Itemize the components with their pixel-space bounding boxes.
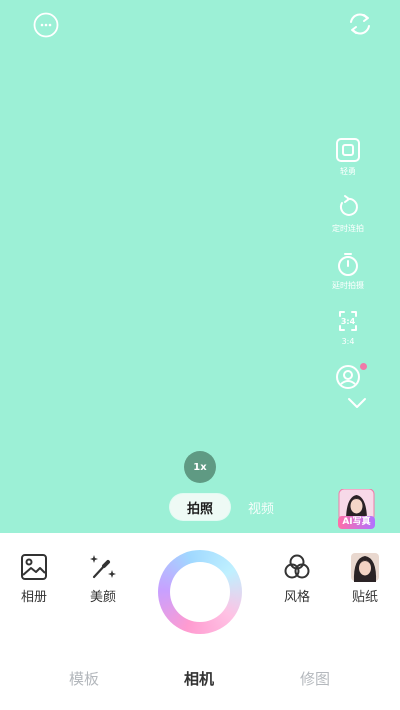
tab-retouch[interactable]: 修图 <box>300 668 330 689</box>
aspect-ratio-icon-text: 3:4 <box>341 317 356 326</box>
sticker-button[interactable]: 贴纸 <box>340 552 390 605</box>
tab-camera[interactable]: 相机 <box>184 668 214 689</box>
continuous-shot-label: 定时连拍 <box>332 224 364 233</box>
tab-template[interactable]: 模板 <box>69 668 99 689</box>
square-frame-icon <box>335 137 361 163</box>
album-button[interactable]: 相册 <box>9 552 59 605</box>
expand-tools-button[interactable] <box>343 389 371 417</box>
stopwatch-icon <box>335 251 361 277</box>
album-label: 相册 <box>20 590 47 605</box>
mode-photo-button[interactable]: 拍照 <box>170 494 230 520</box>
sticker-avatar <box>350 552 380 582</box>
zoom-button[interactable]: 1x <box>184 451 216 483</box>
notification-dot <box>360 363 367 370</box>
style-button[interactable]: 风格 <box>272 552 322 605</box>
timer-tool[interactable]: 延时拍摄 <box>324 251 372 291</box>
timer-label: 延时拍摄 <box>332 281 364 290</box>
ai-portrait-button[interactable]: AI写真 <box>338 489 375 529</box>
timer-loop-icon <box>335 194 361 220</box>
beauty-button[interactable]: 美颜 <box>78 552 128 605</box>
mode-video-button[interactable]: 视频 <box>248 498 274 517</box>
aspect-ratio-icon: 3:4 <box>335 308 361 334</box>
live-photo-button[interactable] <box>32 11 60 39</box>
switch-camera-button[interactable] <box>346 10 374 38</box>
portrait-tool[interactable] <box>324 363 372 390</box>
style-label: 风格 <box>283 590 310 605</box>
exposure-label: 轻勇 <box>340 167 356 176</box>
aspect-ratio-tool[interactable]: 3:4 3:4 <box>324 308 372 346</box>
portrait-icon <box>335 363 367 390</box>
magic-wand-icon <box>88 552 118 582</box>
chevron-down-icon <box>348 398 366 408</box>
camera-viewfinder[interactable]: 轻勇 定时连拍 延时拍摄 3:4 3:4 1x 拍照 视频 AI写真 <box>0 0 400 533</box>
exposure-tool[interactable]: 轻勇 <box>324 137 372 177</box>
filter-circles-icon <box>282 552 312 582</box>
ai-portrait-label: AI写真 <box>338 516 375 529</box>
sticker-label: 贴纸 <box>351 590 378 605</box>
switch-camera-icon <box>350 13 370 35</box>
shutter-inner <box>170 562 230 622</box>
shutter-button[interactable] <box>158 550 242 634</box>
continuous-shot-tool[interactable]: 定时连拍 <box>324 194 372 234</box>
live-photo-icon <box>33 12 59 38</box>
beauty-label: 美颜 <box>89 590 116 605</box>
aspect-ratio-label: 3:4 <box>341 337 355 346</box>
image-icon <box>19 552 49 582</box>
